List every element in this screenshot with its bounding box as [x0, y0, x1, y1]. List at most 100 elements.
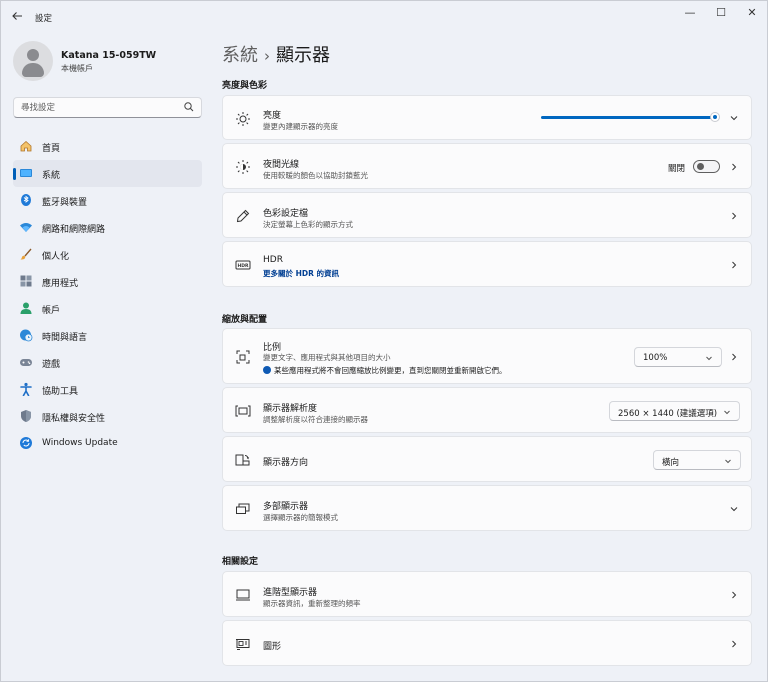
- chevron-right-icon[interactable]: [729, 639, 739, 649]
- sidebar-item-label: 遊戲: [42, 360, 61, 370]
- sidebar-item-gaming[interactable]: 遊戲: [13, 349, 202, 376]
- sidebar-item-privacy-security[interactable]: 隱私權與安全性: [13, 403, 202, 430]
- hdr-learn-more-link[interactable]: 更多關於 HDR 的資訊: [263, 268, 339, 279]
- gamepad-icon: [19, 355, 33, 369]
- orientation-dropdown-value: 橫向: [662, 458, 680, 468]
- breadcrumb-separator: ›: [264, 47, 270, 65]
- orientation-card[interactable]: 顯示器方向 橫向: [222, 436, 752, 482]
- chevron-down-icon[interactable]: [729, 113, 739, 123]
- resolution-dropdown-value: 2560 × 1440 (建議選項): [618, 409, 718, 419]
- color-profile-desc: 決定螢幕上色彩的顯示方式: [263, 220, 353, 229]
- sidebar-item-home[interactable]: 首頁: [13, 133, 202, 160]
- brightness-card[interactable]: 亮度 變更內建顯示器的亮度: [222, 95, 752, 140]
- sidebar-nav: 首頁 系統 藍牙與裝置 網路和網際網路 個人化 應用程式 帳戶 時間與語言 遊戲…: [13, 133, 202, 457]
- profile-name: Katana 15-059TW: [61, 50, 157, 61]
- windows-update-icon: [19, 436, 33, 450]
- breadcrumb-parent[interactable]: 系統: [222, 45, 258, 66]
- sidebar-item-apps[interactable]: 應用程式: [13, 268, 202, 295]
- page-title: 顯示器: [276, 45, 330, 66]
- section-title-brightness-color: 亮度與色彩: [222, 81, 268, 91]
- sidebar-item-personalization[interactable]: 個人化: [13, 241, 202, 268]
- svg-text:HDR: HDR: [238, 263, 250, 269]
- sidebar-item-label: 系統: [42, 171, 61, 181]
- brightness-slider-thumb[interactable]: [710, 112, 720, 122]
- sidebar-item-label: Windows Update: [42, 438, 118, 448]
- apps-icon: [19, 274, 33, 288]
- resolution-card[interactable]: 顯示器解析度 調整解析度以符合連接的顯示器 2560 × 1440 (建議選項): [222, 387, 752, 433]
- graphics-title: 圖形: [263, 642, 282, 652]
- close-button[interactable]: ✕: [735, 5, 768, 21]
- section-title-scale-layout: 縮放與配置: [222, 315, 268, 325]
- brightness-slider-track[interactable]: [541, 116, 717, 119]
- advanced-display-title: 進階型顯示器: [263, 588, 318, 598]
- night-light-icon: [235, 159, 251, 175]
- sidebar-item-accounts[interactable]: 帳戶: [13, 295, 202, 322]
- search-icon[interactable]: [183, 101, 195, 113]
- graphics-card-icon: [235, 636, 251, 652]
- sidebar-item-windows-update[interactable]: Windows Update: [13, 430, 202, 457]
- sidebar-item-label: 協助工具: [42, 387, 79, 397]
- wifi-icon: [19, 220, 33, 234]
- sidebar-item-label: 網路和網際網路: [42, 225, 106, 235]
- multiple-displays-title: 多部顯示器: [263, 502, 309, 512]
- chevron-down-icon: [723, 408, 731, 416]
- window-title: 設定: [35, 14, 53, 24]
- bluetooth-icon: [19, 193, 33, 207]
- advanced-display-card[interactable]: 進階型顯示器 顯示器資訊，重新整理的頻率: [222, 571, 752, 617]
- accessibility-icon: [19, 382, 33, 397]
- chevron-right-icon[interactable]: [729, 352, 739, 362]
- chevron-down-icon[interactable]: [729, 504, 739, 514]
- user-profile[interactable]: Katana 15-059TW 本機帳戶: [13, 41, 203, 81]
- sidebar-item-label: 帳戶: [42, 306, 61, 316]
- hdr-card[interactable]: HDR HDR 更多關於 HDR 的資訊: [222, 241, 752, 287]
- sidebar-item-time-language[interactable]: 時間與語言: [13, 322, 202, 349]
- chevron-right-icon[interactable]: [729, 162, 739, 172]
- color-profile-card[interactable]: 色彩設定檔 決定螢幕上色彩的顯示方式: [222, 192, 752, 238]
- night-light-toggle[interactable]: [693, 160, 720, 173]
- orientation-dropdown[interactable]: 橫向: [653, 450, 741, 470]
- minimize-button[interactable]: —: [673, 5, 707, 21]
- scale-dropdown-value: 100%: [643, 353, 668, 363]
- multiple-displays-desc: 選擇顯示器的簡報模式: [263, 513, 338, 522]
- globe-clock-icon: [19, 328, 33, 342]
- chevron-right-icon[interactable]: [729, 590, 739, 600]
- sidebar-item-accessibility[interactable]: 協助工具: [13, 376, 202, 403]
- color-profile-title: 色彩設定檔: [263, 209, 309, 219]
- sidebar-item-network[interactable]: 網路和網際網路: [13, 214, 202, 241]
- multiple-displays-card[interactable]: 多部顯示器 選擇顯示器的簡報模式: [222, 485, 752, 531]
- breadcrumb: 系統 › 顯示器: [222, 41, 330, 67]
- maximize-button[interactable]: ☐: [704, 5, 738, 21]
- scale-dropdown[interactable]: 100%: [634, 347, 722, 367]
- sidebar-item-system[interactable]: 系統: [13, 160, 202, 187]
- sun-icon: [235, 111, 251, 127]
- graphics-card[interactable]: 圖形: [222, 620, 752, 666]
- system-icon: [19, 166, 33, 180]
- scale-info-text: 某些應用程式將不會回應縮放比例變更，直到您關閉並重新開啟它們。: [274, 366, 507, 375]
- brightness-desc: 變更內建顯示器的亮度: [263, 122, 338, 131]
- night-light-toggle-label: 關閉: [667, 164, 685, 174]
- chevron-right-icon[interactable]: [729, 211, 739, 221]
- brightness-title: 亮度: [263, 111, 282, 121]
- sidebar-item-label: 藍牙與裝置: [42, 198, 88, 208]
- chevron-right-icon[interactable]: [729, 260, 739, 270]
- sidebar-item-label: 首頁: [42, 144, 61, 154]
- section-title-related: 相關設定: [222, 557, 259, 567]
- resolution-dropdown[interactable]: 2560 × 1440 (建議選項): [609, 401, 740, 421]
- settings-search[interactable]: [13, 97, 202, 118]
- search-input[interactable]: [21, 101, 181, 114]
- scale-card[interactable]: 比例 變更文字、應用程式與其他項目的大小 某些應用程式將不會回應縮放比例變更，直…: [222, 328, 752, 384]
- sidebar-item-bluetooth[interactable]: 藍牙與裝置: [13, 187, 202, 214]
- chevron-down-icon: [724, 457, 732, 465]
- sidebar-item-label: 個人化: [42, 252, 70, 262]
- eyedropper-icon: [235, 208, 251, 224]
- resolution-desc: 調整解析度以符合連接的顯示器: [263, 415, 368, 424]
- night-light-card[interactable]: 夜間光線 使用較暖的顏色以協助封鎖藍光 關閉: [222, 143, 752, 189]
- sidebar-item-label: 應用程式: [42, 279, 79, 289]
- night-light-desc: 使用較暖的顏色以協助封鎖藍光: [263, 171, 368, 180]
- brush-icon: [19, 247, 33, 261]
- shield-icon: [19, 409, 33, 423]
- resolution-icon: [235, 403, 251, 419]
- back-arrow-icon[interactable]: [11, 10, 25, 24]
- advanced-display-desc: 顯示器資訊，重新整理的頻率: [263, 599, 361, 608]
- monitor-icon: [235, 587, 251, 603]
